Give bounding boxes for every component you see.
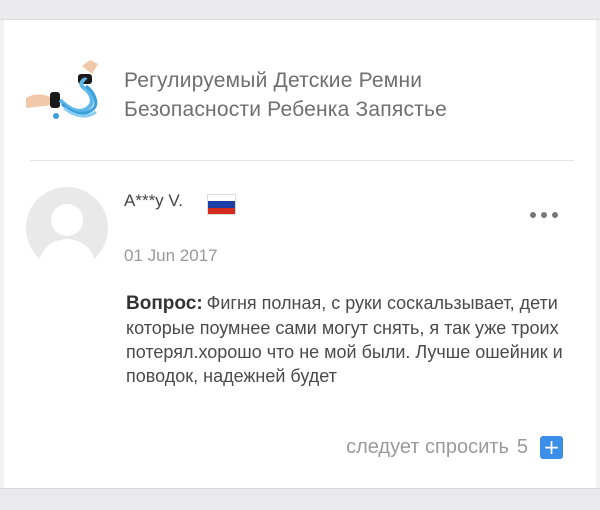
- bottom-strip: [0, 488, 600, 510]
- user-avatar-icon: [38, 204, 96, 269]
- avatar: [26, 187, 108, 269]
- review-date: 01 Jun 2017: [124, 246, 218, 265]
- child-wrist-harness-image: [26, 60, 98, 119]
- product-title[interactable]: Регулируемый Детские Ремни Безопасности …: [124, 66, 564, 124]
- plus-icon[interactable]: +: [540, 435, 563, 459]
- card-edge-left: [0, 20, 4, 490]
- divider: [30, 160, 574, 161]
- dot: [530, 212, 536, 218]
- ask-question-row[interactable]: следует спросить 5 +: [346, 434, 563, 460]
- russia-flag-icon: [207, 194, 236, 215]
- ask-count: 5: [516, 435, 528, 458]
- question-label: Вопрос:: [126, 293, 203, 314]
- top-strip: [0, 0, 600, 20]
- review-body: Вопрос: Фигня полная, с руки соскальзывае…: [126, 291, 566, 388]
- ask-label[interactable]: следует спросить: [346, 436, 509, 459]
- dot: [541, 212, 547, 218]
- product-thumbnail[interactable]: [26, 52, 106, 132]
- review-author: A***y V.: [124, 191, 183, 210]
- flag-stripe-red: [208, 207, 235, 214]
- card-edge-right: [596, 20, 600, 490]
- dot: [552, 212, 558, 218]
- more-dots-icon[interactable]: [526, 207, 562, 223]
